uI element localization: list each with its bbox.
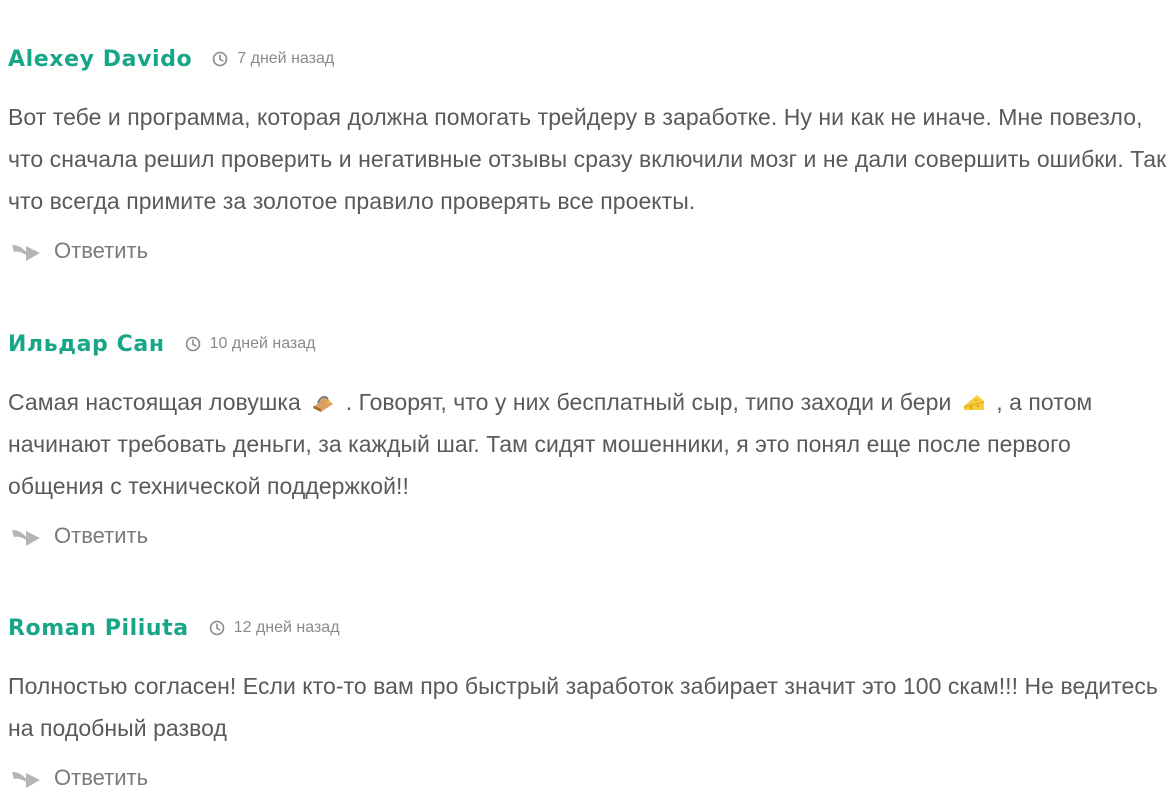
clock-icon xyxy=(185,336,200,352)
reply-button[interactable]: Ответить xyxy=(8,238,1168,264)
cheese-emoji xyxy=(963,395,984,410)
reply-label: Ответить xyxy=(54,523,149,548)
reply-button[interactable]: Ответить xyxy=(8,765,1168,791)
reply-arrow-icon xyxy=(12,245,40,261)
comment-author-link[interactable]: Roman Piliuta xyxy=(8,616,189,641)
comment-meta: Roman Piliuta 12 дней назад xyxy=(8,611,1168,645)
reply-label: Ответить xyxy=(54,238,149,263)
comment-meta: Ильдар Сан 10 дней назад xyxy=(8,327,1168,361)
comment: Roman Piliuta 12 дней назад Полностью со… xyxy=(8,611,1168,791)
comment-author-link[interactable]: Alexey Davido xyxy=(8,47,192,72)
clock-icon xyxy=(212,51,228,67)
comment-author-link[interactable]: Ильдар Сан xyxy=(8,332,165,357)
comment-meta: Alexey Davido 7 дней назад xyxy=(8,42,1168,76)
reply-button[interactable]: Ответить xyxy=(8,523,1168,549)
comment-text-part: . Говорят, что у них бесплатный сыр, тип… xyxy=(345,389,952,415)
comment: Ильдар Сан 10 дней назад Самая настоящая… xyxy=(8,327,1168,549)
comment-text: Вот тебе и программа, которая должна пом… xyxy=(8,104,1167,214)
comment-text-part: Самая настоящая ловушка xyxy=(8,389,301,415)
comment-text: Полностью согласен! Если кто-то вам про … xyxy=(8,673,1158,741)
reply-label: Ответить xyxy=(54,765,149,790)
comment-date: 12 дней назад xyxy=(233,619,340,636)
reply-arrow-icon xyxy=(12,530,40,546)
comment: Alexey Davido 7 дней назад Вот тебе и пр… xyxy=(8,42,1168,264)
comment-text: Самая настоящая ловушка . Говорят, что у… xyxy=(8,381,1168,507)
comment-date: 7 дней назад xyxy=(237,50,335,67)
comment-date: 10 дней назад xyxy=(209,335,316,352)
clock-icon xyxy=(209,620,225,636)
mousetrap-emoji xyxy=(313,396,334,412)
reply-arrow-icon xyxy=(12,772,40,788)
